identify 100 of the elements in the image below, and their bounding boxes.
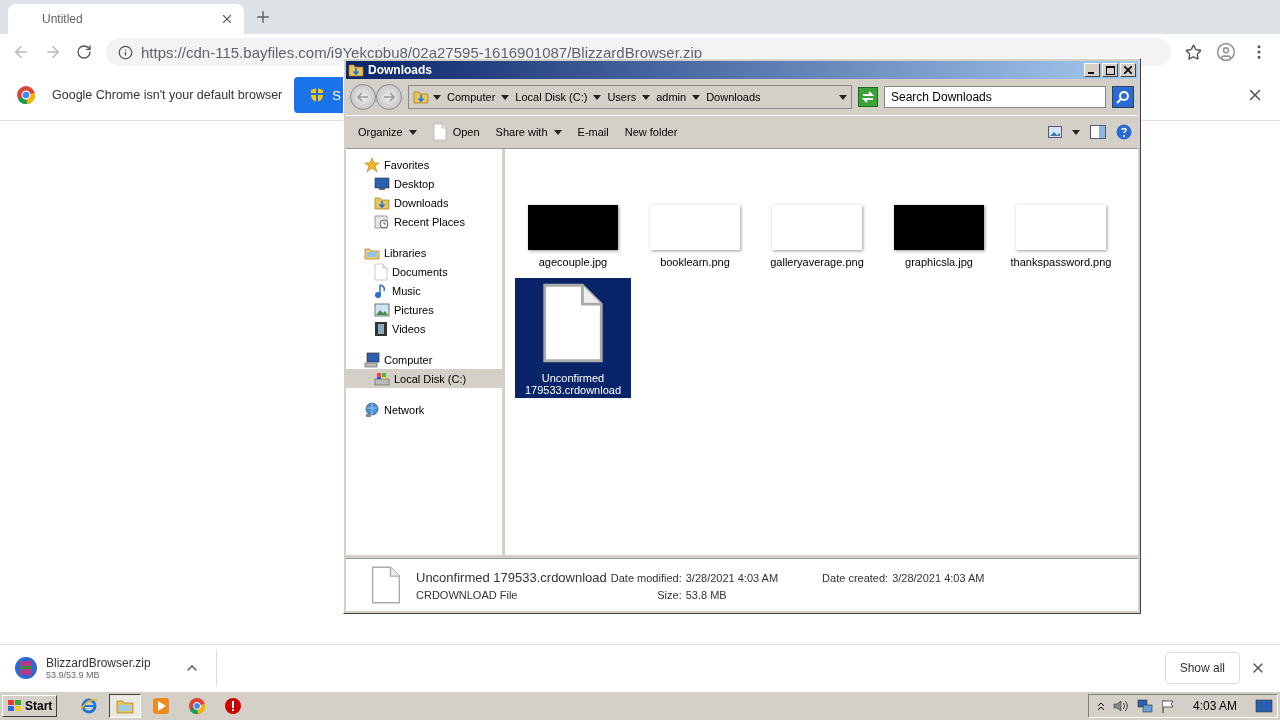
- folder-icon: [374, 194, 390, 211]
- caret-icon: [642, 94, 651, 100]
- search-button[interactable]: [1112, 86, 1134, 108]
- start-button[interactable]: Start: [2, 695, 58, 717]
- breadcrumb-item[interactable]: Local Disk (C:): [513, 91, 590, 103]
- toolbar-button[interactable]: Organize: [352, 120, 423, 144]
- windows-logo-icon: [7, 699, 23, 713]
- document-icon: [374, 262, 388, 281]
- view-options-icon[interactable]: [1048, 126, 1062, 138]
- chevron-up-icon[interactable]: [1096, 701, 1105, 711]
- internet-explorer-icon: [80, 697, 99, 715]
- details-value: 3/28/2021 4:03 AM: [685, 571, 779, 584]
- file-item[interactable]: thankspassword.png: [1003, 199, 1119, 270]
- computer-icon: [364, 351, 380, 368]
- nav-item[interactable]: Network: [346, 400, 502, 419]
- toolbar-button[interactable]: Share with: [489, 120, 568, 144]
- details-file-name: Unconfirmed 179533.crdownload: [416, 569, 607, 585]
- close-button[interactable]: [1120, 63, 1136, 77]
- disk-drive-icon: [374, 370, 390, 387]
- nav-item[interactable]: Downloads: [346, 193, 502, 212]
- file-item[interactable]: booklearn.png: [637, 199, 753, 270]
- download-file-name[interactable]: BlizzardBrowser.zip: [46, 656, 176, 670]
- back-button[interactable]: [350, 84, 376, 110]
- breadcrumb-item[interactable]: Computer: [445, 91, 498, 103]
- preview-pane-icon[interactable]: [1090, 125, 1106, 139]
- file-item[interactable]: Unconfirmed 179533.crdownload: [515, 278, 631, 398]
- taskbar-app-button[interactable]: [109, 694, 142, 718]
- breadcrumb-item[interactable]: Downloads: [704, 91, 763, 103]
- caret-icon: [1072, 129, 1080, 135]
- default-browser-message: Google Chrome isn't your default browser: [52, 88, 283, 102]
- network-icon[interactable]: [1136, 699, 1153, 713]
- toolbar-button[interactable]: New folder: [618, 120, 684, 144]
- show-all-button[interactable]: Show all: [1164, 652, 1240, 684]
- archive-file-icon: [14, 656, 38, 680]
- folder-icon: [348, 62, 364, 78]
- caret-icon: [408, 129, 417, 135]
- profile-icon[interactable]: [1216, 42, 1236, 62]
- document-icon: [370, 565, 402, 605]
- file-item[interactable]: graphicsla.jpg: [881, 199, 997, 270]
- show-desktop-icon[interactable]: [1255, 699, 1273, 713]
- maximize-icon: [1105, 65, 1115, 75]
- file-item[interactable]: galleryaverage.png: [759, 199, 875, 270]
- folder-icon: [413, 89, 429, 105]
- set-default-button[interactable]: S: [294, 77, 345, 113]
- chrome-icon: [16, 85, 36, 105]
- file-item[interactable]: agecouple.jpg: [515, 199, 631, 270]
- network-globe-icon: [364, 401, 380, 418]
- nav-item[interactable]: Videos: [346, 319, 502, 338]
- nav-item[interactable]: Favorites: [346, 155, 502, 174]
- bookmark-star-icon[interactable]: [1185, 43, 1202, 61]
- minimize-button[interactable]: [1084, 63, 1100, 77]
- close-icon: [1124, 66, 1132, 74]
- picture-icon: [374, 302, 390, 317]
- new-tab-icon[interactable]: [254, 8, 272, 26]
- forward-arrow-icon: [383, 92, 395, 102]
- reload-icon[interactable]: [76, 44, 92, 60]
- caret-icon: [839, 94, 847, 100]
- search-icon: [1116, 90, 1130, 104]
- details-value: 53.8 MB: [685, 588, 728, 601]
- music-note-icon: [374, 282, 388, 299]
- media-player-icon: [152, 697, 171, 715]
- breadcrumb-item[interactable]: admin: [654, 91, 689, 103]
- nav-item[interactable]: Music: [346, 281, 502, 300]
- clock[interactable]: 4:03 AM: [1182, 699, 1247, 713]
- help-icon[interactable]: [1116, 124, 1132, 140]
- browser-tab[interactable]: Untitled: [8, 4, 244, 34]
- nav-item[interactable]: Documents: [346, 262, 502, 281]
- search-field[interactable]: Search Downloads: [884, 86, 1106, 108]
- back-arrow-icon: [357, 92, 369, 102]
- details-label: Date created:: [822, 571, 889, 584]
- maximize-button[interactable]: [1102, 63, 1118, 77]
- monitor-icon: [374, 176, 390, 191]
- document-icon: [432, 123, 447, 141]
- address-bar[interactable]: Computer Local Disk (C:) Users admin Downloads: [408, 85, 852, 109]
- caret-icon: [553, 129, 562, 135]
- caret-icon: [501, 94, 510, 100]
- nav-item[interactable]: Desktop: [346, 174, 502, 193]
- nav-item[interactable]: Libraries: [346, 243, 502, 262]
- info-icon: [118, 44, 133, 60]
- details-label: Size:: [656, 588, 682, 601]
- nav-item[interactable]: Computer: [346, 350, 502, 369]
- speaker-icon[interactable]: [1112, 699, 1129, 713]
- forward-button[interactable]: [376, 84, 402, 110]
- star-icon: [364, 156, 380, 173]
- caret-icon: [593, 94, 602, 100]
- details-file-type: CRDOWNLOAD File: [416, 588, 519, 601]
- folder-icon: [116, 698, 135, 714]
- toolbar-button[interactable]: E-mail: [571, 120, 615, 144]
- flag-icon[interactable]: [1160, 699, 1175, 713]
- breadcrumb-item[interactable]: Users: [605, 91, 639, 103]
- details-label: Date modified:: [610, 571, 682, 584]
- toolbar-button[interactable]: Open: [426, 120, 486, 144]
- caret-icon: [433, 94, 441, 100]
- nav-item[interactable]: Recent Places: [346, 212, 502, 231]
- nav-item[interactable]: Pictures: [346, 300, 502, 319]
- nav-item[interactable]: Local Disk (C:): [346, 369, 502, 388]
- film-icon: [374, 320, 388, 337]
- chrome-icon: [188, 697, 207, 715]
- close-icon[interactable]: [220, 12, 234, 26]
- refresh-icon[interactable]: [858, 87, 878, 107]
